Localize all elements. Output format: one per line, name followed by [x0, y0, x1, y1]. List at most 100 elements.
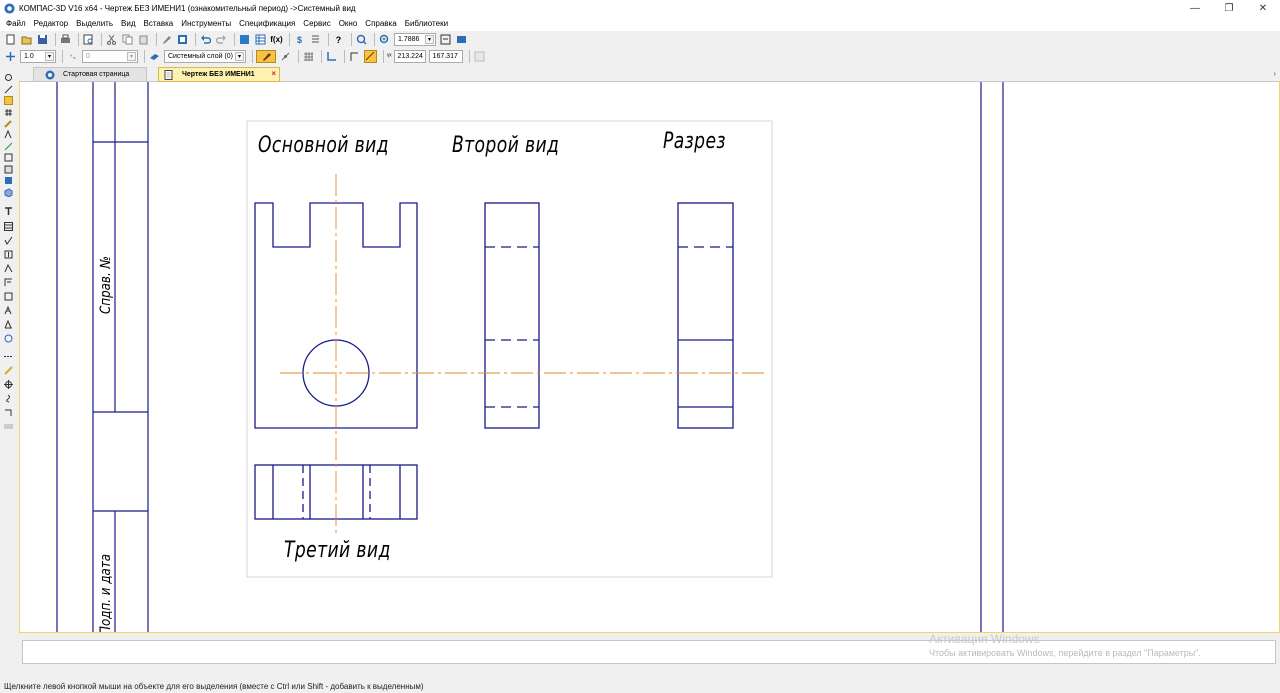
- layer-icon[interactable]: [148, 50, 161, 63]
- tab-start-page[interactable]: Стартовая страница: [33, 67, 147, 82]
- undo-icon[interactable]: [199, 33, 212, 46]
- variables-fx-icon[interactable]: f(x): [270, 33, 283, 46]
- text-tool-icon[interactable]: [4, 207, 13, 216]
- minimize-button[interactable]: —: [1178, 0, 1212, 16]
- preview-icon[interactable]: [82, 33, 95, 46]
- menu-specification[interactable]: Спецификация: [239, 19, 295, 28]
- param-tool-icon[interactable]: [4, 130, 13, 139]
- scale-field[interactable]: 1.0 ▾: [20, 50, 56, 63]
- paste-icon[interactable]: [137, 33, 150, 46]
- title-bar: КОМПАС-3D V16 x64 - Чертеж БЕЗ ИМЕНИ1 (о…: [0, 0, 1280, 16]
- table-tool-icon[interactable]: [4, 222, 13, 231]
- menu-help[interactable]: Справка: [365, 19, 396, 28]
- currency-icon[interactable]: $: [293, 33, 306, 46]
- ortho-icon[interactable]: [348, 50, 361, 63]
- cut-line-tool-icon[interactable]: [4, 366, 13, 375]
- coord-icon: ᵞˣ: [387, 53, 392, 60]
- layer-field[interactable]: Системный слой (0) ▾: [164, 50, 246, 63]
- spec-tool-icon[interactable]: [4, 165, 13, 174]
- tab-scroll-icon[interactable]: ›: [1273, 69, 1276, 78]
- help-pointer-icon[interactable]: ?: [332, 33, 345, 46]
- snap-icon[interactable]: [279, 50, 292, 63]
- hatch-tool-icon[interactable]: [4, 108, 13, 117]
- menu-tools[interactable]: Инструменты: [181, 19, 231, 28]
- menu-service[interactable]: Сервис: [303, 19, 330, 28]
- select-tool-icon[interactable]: [4, 153, 13, 162]
- second-view: [484, 202, 540, 429]
- leader-tool-icon[interactable]: [4, 250, 13, 259]
- zoom-icon[interactable]: [378, 33, 391, 46]
- menu-file[interactable]: Файл: [6, 19, 26, 28]
- step-icon[interactable]: ⁺ₙ: [66, 50, 79, 63]
- menu-bar: Файл Редактор Выделить Вид Вставка Инстр…: [0, 16, 1280, 31]
- local-cs-icon[interactable]: [325, 50, 338, 63]
- tolerance-tool-icon[interactable]: [4, 264, 13, 273]
- menu-select[interactable]: Выделить: [76, 19, 113, 28]
- chevron-down-icon[interactable]: ▾: [425, 35, 434, 44]
- save-icon[interactable]: [36, 33, 49, 46]
- arrow-tool-icon[interactable]: [4, 320, 13, 329]
- coord-y-field[interactable]: 167.317: [428, 50, 463, 63]
- 3d-tool-icon[interactable]: [4, 188, 13, 197]
- zoom-field[interactable]: 1.7886 ▾: [394, 33, 436, 46]
- menu-window[interactable]: Окно: [339, 19, 358, 28]
- restore-button[interactable]: ❐: [1212, 0, 1246, 16]
- scale-icon[interactable]: [4, 50, 17, 63]
- style-button[interactable]: [256, 50, 276, 63]
- geometry-tool-icon[interactable]: [4, 73, 13, 82]
- brush-icon[interactable]: [160, 33, 173, 46]
- coord-x-field[interactable]: 213.224: [393, 50, 426, 63]
- manager-icon[interactable]: [238, 33, 251, 46]
- menu-insert[interactable]: Вставка: [144, 19, 174, 28]
- copy-icon[interactable]: [121, 33, 134, 46]
- table-icon[interactable]: [254, 33, 267, 46]
- tab-drawing-label: Чертеж БЕЗ ИМЕНИ1: [182, 71, 255, 78]
- step-field[interactable]: 0 ▾: [82, 50, 138, 63]
- axis-lines: [280, 174, 765, 535]
- wavy-line-icon[interactable]: [4, 394, 13, 403]
- standard-toolbar: f(x) $ ? 1.7886 ▾: [0, 31, 1280, 48]
- print-icon[interactable]: [59, 33, 72, 46]
- tab-drawing[interactable]: Чертеж БЕЗ ИМЕНИ1 ×: [158, 67, 280, 82]
- sheet-frame: [56, 82, 1004, 632]
- axis-tool-icon[interactable]: [4, 352, 13, 361]
- redo-icon[interactable]: [215, 33, 228, 46]
- point-tool-icon[interactable]: [4, 85, 13, 94]
- roughness-tool-icon[interactable]: [4, 236, 13, 245]
- edit-tool-icon[interactable]: [4, 119, 13, 128]
- open-folder-icon[interactable]: [20, 33, 33, 46]
- panel-scroll-icon[interactable]: [4, 422, 13, 431]
- second-view-label: Второй вид: [452, 133, 560, 158]
- chevron-down-icon[interactable]: ▾: [127, 52, 136, 61]
- label-tool-icon[interactable]: [4, 306, 13, 315]
- base-tool-icon[interactable]: [4, 278, 13, 287]
- measure-tool-icon[interactable]: [4, 142, 13, 151]
- grid-icon[interactable]: [302, 50, 315, 63]
- snap-toggle-icon[interactable]: [364, 50, 377, 63]
- library-icon[interactable]: [176, 33, 189, 46]
- list-icon[interactable]: [309, 33, 322, 46]
- stamp-podp-label: Подп. и дата: [98, 553, 114, 633]
- menu-view[interactable]: Вид: [121, 19, 135, 28]
- chevron-down-icon[interactable]: ▾: [235, 52, 244, 61]
- status-bar: Щелкните левой кнопкой мыши на объекте д…: [0, 680, 1280, 693]
- cut-icon[interactable]: [105, 33, 118, 46]
- report-tool-icon[interactable]: [4, 176, 13, 185]
- refresh-icon[interactable]: [439, 33, 452, 46]
- dimensions-tool-icon[interactable]: [4, 96, 13, 105]
- properties-icon[interactable]: [473, 50, 486, 63]
- close-button[interactable]: ✕: [1246, 0, 1280, 16]
- frame-tool-icon[interactable]: [4, 292, 13, 301]
- new-document-icon[interactable]: [4, 33, 17, 46]
- layers-icon[interactable]: [455, 33, 468, 46]
- menu-libraries[interactable]: Библиотеки: [405, 19, 448, 28]
- drawing-canvas[interactable]: Основной вид Второй вид Разрез Третий ви…: [19, 82, 1280, 633]
- center-mark-icon[interactable]: [4, 380, 13, 389]
- section-view-label: Разрез: [663, 129, 726, 154]
- weld-tool-icon[interactable]: [4, 334, 13, 343]
- break-line-icon[interactable]: [4, 408, 13, 417]
- chevron-down-icon[interactable]: ▾: [45, 52, 54, 61]
- close-tab-icon[interactable]: ×: [271, 69, 276, 78]
- menu-editor[interactable]: Редактор: [34, 19, 68, 28]
- zoom-window-icon[interactable]: [355, 33, 368, 46]
